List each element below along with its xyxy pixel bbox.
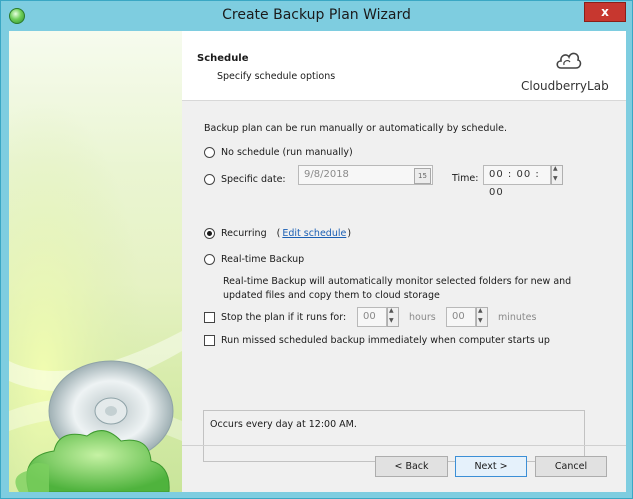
no-schedule-radio[interactable] [204, 146, 215, 158]
time-label: Time: [452, 173, 479, 184]
realtime-option[interactable]: Real-time Backup [204, 251, 304, 267]
edit-schedule-open-paren: ( [276, 227, 281, 239]
realtime-label: Real-time Backup [221, 253, 305, 265]
recurring-radio[interactable] [204, 227, 215, 239]
run-missed-checkbox[interactable] [204, 334, 215, 346]
no-schedule-label: No schedule (run manually) [221, 146, 353, 158]
stop-minutes-field[interactable]: 00 [446, 307, 476, 327]
stop-hours-field[interactable]: 00 [357, 307, 387, 327]
page-subtitle: Specify schedule options [217, 71, 336, 82]
back-button[interactable]: < Back [375, 456, 448, 477]
run-missed-label: Run missed scheduled backup immediately … [221, 334, 550, 346]
title-bar[interactable]: Create Backup Plan Wizard x [1, 1, 632, 31]
time-field[interactable]: 00 : 00 : 00 [483, 165, 551, 198]
realtime-radio[interactable] [204, 253, 215, 265]
next-button[interactable]: Next > [455, 456, 527, 477]
specific-date-label: Specific date: [221, 173, 286, 185]
stop-hours-spinner[interactable] [387, 307, 399, 327]
realtime-description-line2: updated files and copy them to cloud sto… [223, 290, 440, 301]
stop-plan-checkbox[interactable] [204, 311, 215, 323]
no-schedule-option[interactable]: No schedule (run manually) [204, 144, 353, 160]
close-button[interactable]: x [584, 2, 626, 22]
wizard-header: Schedule Specify schedule options Cloudb… [182, 31, 626, 101]
hours-label: hours [409, 312, 436, 323]
specific-date-option[interactable]: Specific date: [204, 171, 286, 187]
logo-text: CloudberryLab [521, 79, 609, 93]
calendar-icon[interactable]: 15 [414, 168, 431, 184]
stop-minutes-spinner[interactable] [476, 307, 488, 327]
cancel-button[interactable]: Cancel [535, 456, 607, 477]
time-spinner[interactable] [551, 165, 563, 185]
realtime-description-line1: Real-time Backup will automatically moni… [223, 276, 572, 287]
footer-divider [182, 445, 626, 446]
sidebar-disc-illustration [9, 31, 182, 492]
edit-schedule-close-paren: ) [347, 227, 352, 239]
minutes-label: minutes [498, 312, 537, 323]
wizard-client-area: Schedule Specify schedule options Cloudb… [9, 31, 626, 492]
intro-text: Backup plan can be run manually or autom… [204, 123, 507, 134]
run-missed-option[interactable]: Run missed scheduled backup immediately … [204, 332, 550, 348]
stop-plan-option[interactable]: Stop the plan if it runs for: [204, 309, 346, 325]
specific-date-radio[interactable] [204, 173, 215, 185]
schedule-summary-text: Occurs every day at 12:00 AM. [210, 419, 357, 430]
recurring-label: Recurring [221, 227, 267, 239]
window-title: Create Backup Plan Wizard [222, 7, 411, 23]
edit-schedule-link[interactable]: Edit schedule [282, 228, 346, 239]
schedule-summary-box: Occurs every day at 12:00 AM. [203, 410, 585, 462]
page-title: Schedule [197, 53, 249, 64]
specific-date-field[interactable]: 9/8/2018 [298, 165, 433, 185]
schedule-options-panel: Backup plan can be run manually or autom… [182, 102, 626, 462]
wizard-window: Create Backup Plan Wizard x Schedule Spe… [0, 0, 633, 499]
wizard-sidebar-graphic [9, 31, 182, 492]
cloudberry-logo-icon [556, 52, 582, 69]
stop-plan-label: Stop the plan if it runs for: [221, 311, 347, 323]
recurring-option[interactable]: Recurring ( Edit schedule ) [204, 225, 351, 241]
